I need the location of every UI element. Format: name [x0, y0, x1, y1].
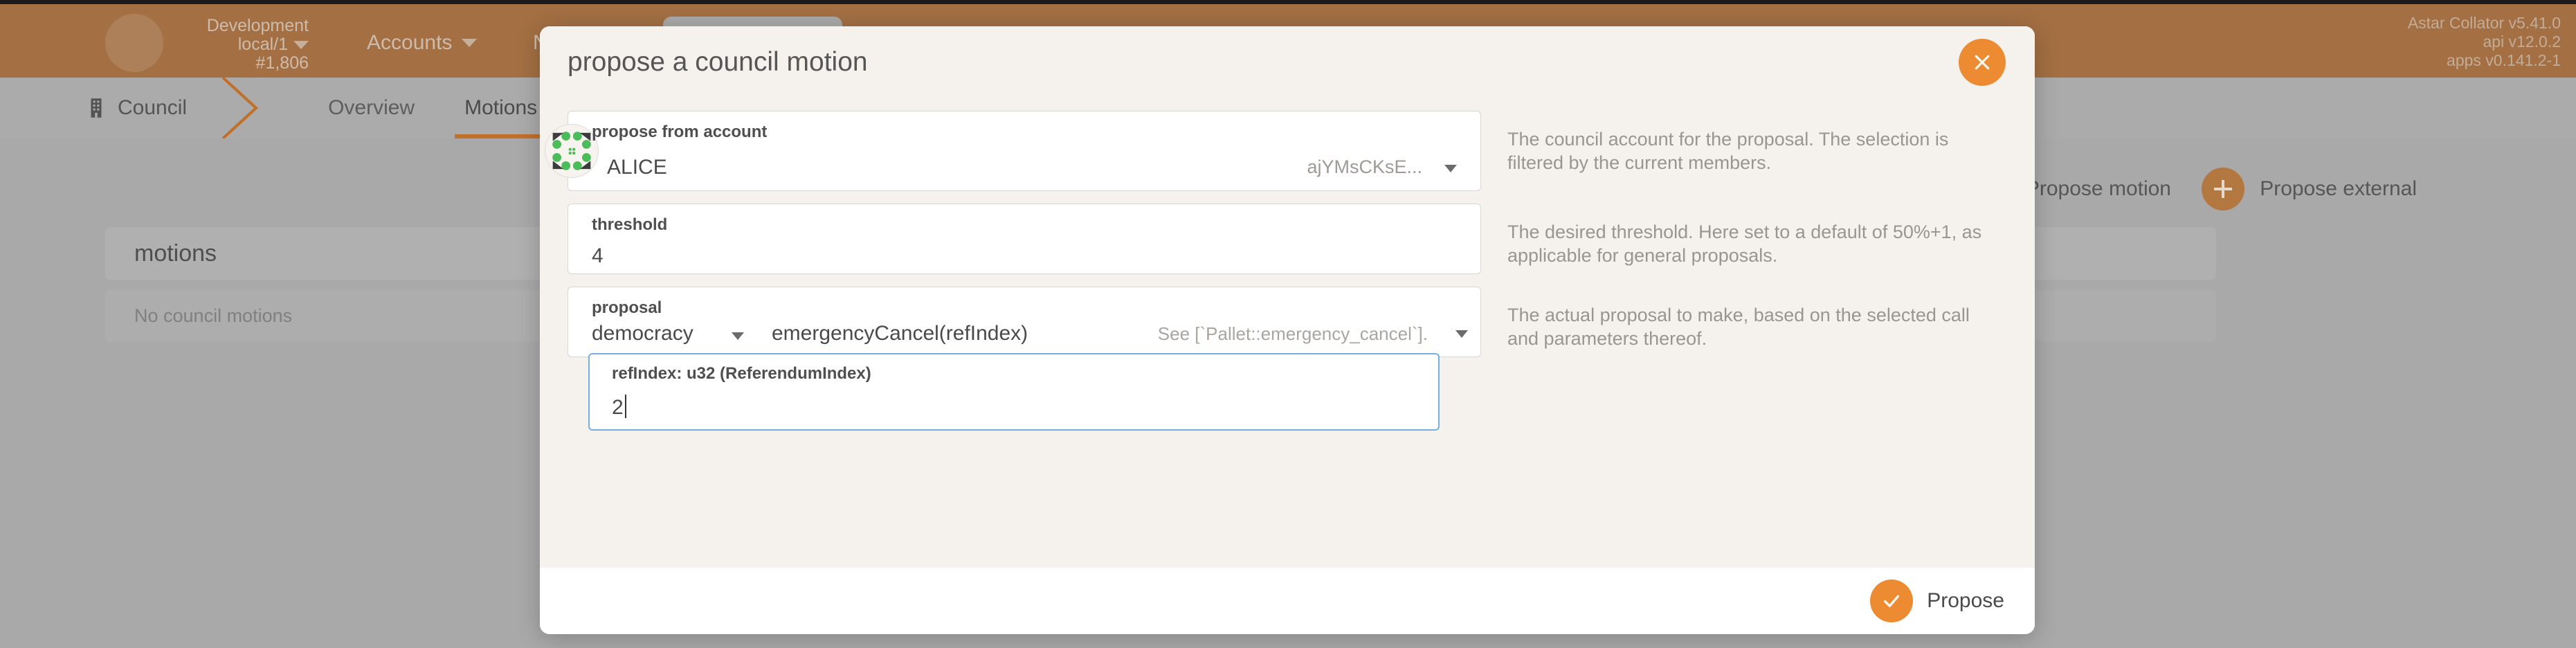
chain-endpoint: local/1 [238, 35, 288, 54]
proposal-field-label: proposal [592, 298, 662, 318]
chevron-down-icon [1444, 165, 1457, 172]
motions-empty-text: No council motions [134, 305, 292, 327]
close-button[interactable] [1959, 39, 2006, 86]
proposal-call-selector[interactable]: proposal democracy emergencyCancel(refIn… [568, 287, 1481, 357]
proposal-help-text: The actual proposal to make, based on th… [1507, 287, 1985, 350]
account-identicon [545, 124, 599, 178]
module-value: democracy [592, 322, 693, 345]
chevron-down-icon [1455, 330, 1468, 338]
account-name: ALICE [607, 156, 667, 179]
building-icon [87, 98, 105, 118]
version-info: Astar Collator v5.41.0 api v12.0.2 apps … [2408, 14, 2561, 70]
threshold-help-text: The desired threshold. Here set to a def… [1507, 204, 1985, 267]
version-api: api v12.0.2 [2408, 33, 2561, 51]
param-row: refIndex: u32 (ReferendumIndex) 2 [568, 353, 2007, 431]
submit-label: Propose [1927, 589, 2004, 613]
field-row-account: propose from account ALICE ajYMsCKsE... … [540, 111, 2035, 191]
chevron-down-icon [732, 332, 744, 340]
close-icon [1972, 52, 1993, 73]
chevron-down-icon [293, 41, 309, 49]
breadcrumb-label: Council [118, 96, 187, 120]
propose-council-motion-modal: propose a council motion [540, 26, 2035, 634]
refindex-value: 2 [612, 395, 626, 420]
text-cursor [625, 395, 626, 418]
account-select[interactable]: propose from account ALICE ajYMsCKsE... [568, 111, 1481, 191]
chain-logo [105, 14, 163, 72]
refindex-label: refIndex: u32 (ReferendumIndex) [612, 364, 871, 384]
modal-footer: Propose [540, 568, 2035, 634]
modal-content: propose from account ALICE ajYMsCKsE... … [540, 98, 2035, 568]
version-client: Astar Collator v5.41.0 [2408, 14, 2561, 33]
tab-label: Overview [328, 96, 415, 120]
motions-card-title: motions [134, 240, 217, 267]
account-address: ajYMsCKsE... [1307, 156, 1422, 178]
breadcrumb: Council [87, 96, 187, 120]
nav-item-accounts[interactable]: Accounts [346, 17, 498, 69]
field-row-threshold: threshold 4 The desired threshold. Here … [540, 204, 2035, 274]
call-value: emergencyCancel(refIndex) [772, 322, 1158, 345]
button-label: Propose motion [2026, 177, 2171, 201]
propose-external-button[interactable]: Propose external [2202, 168, 2417, 210]
modal-title: propose a council motion [568, 47, 868, 78]
check-icon [1870, 579, 1913, 622]
threshold-input[interactable]: threshold 4 [568, 204, 1481, 274]
modal-header: propose a council motion [540, 26, 2035, 98]
chain-name: Development [177, 17, 309, 35]
propose-submit-button[interactable]: Propose [1870, 579, 2004, 622]
button-label: Propose external [2260, 177, 2417, 201]
app-root: Development local/1 #1,806 Accounts Netw… [0, 0, 2576, 648]
refindex-input[interactable]: refIndex: u32 (ReferendumIndex) 2 [588, 353, 1440, 431]
breadcrumb-separator-icon [219, 78, 260, 138]
nav-label: Accounts [367, 31, 452, 55]
field-row-proposal: proposal democracy emergencyCancel(refIn… [540, 287, 2035, 431]
tab-overview[interactable]: Overview [303, 78, 439, 138]
call-description: See [`Pallet::emergency_cancel`]. [1158, 323, 1428, 345]
account-field-label: propose from account [592, 123, 767, 142]
chevron-down-icon [462, 39, 477, 47]
module-select[interactable]: democracy [592, 322, 772, 345]
plus-icon [2202, 168, 2244, 210]
chain-selector[interactable]: Development local/1 #1,806 [177, 17, 309, 73]
version-apps: apps v0.141.2-1 [2408, 51, 2561, 70]
threshold-value: 4 [568, 204, 1480, 285]
threshold-field-label: threshold [592, 215, 667, 235]
tab-label: Motions [464, 96, 537, 120]
chain-block-number: #1,806 [177, 54, 309, 73]
account-help-text: The council account for the proposal. Th… [1507, 111, 1985, 174]
